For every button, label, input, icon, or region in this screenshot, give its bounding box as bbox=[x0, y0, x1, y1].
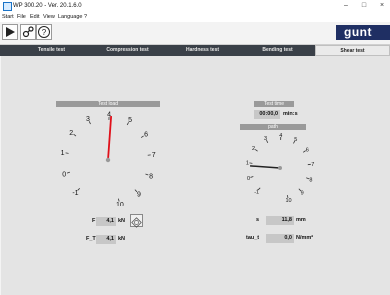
menu-start[interactable]: Start bbox=[2, 13, 14, 22]
dial-tick-label: 8 bbox=[149, 174, 153, 181]
menu-language[interactable]: Language bbox=[58, 13, 82, 22]
dial-tick-label: 0 bbox=[62, 171, 66, 178]
tare-button[interactable] bbox=[130, 214, 143, 228]
test-time-title: Test time bbox=[254, 101, 294, 107]
force-t-label: F_T bbox=[86, 236, 96, 242]
dial-tick-label: 2 bbox=[69, 130, 73, 137]
shear-stress-label: tau_t bbox=[246, 235, 260, 241]
test-time-unit: min:s bbox=[283, 111, 298, 117]
settings-button[interactable] bbox=[20, 24, 36, 40]
path-unit: mm bbox=[296, 217, 306, 223]
test-load-hub bbox=[105, 157, 111, 163]
menu-bar: Start File Edit View Language ? bbox=[0, 13, 390, 22]
dial-tick-label: 9 bbox=[137, 191, 141, 198]
force-t-value: 4,1 bbox=[96, 235, 116, 244]
menu-edit[interactable]: Edit bbox=[30, 13, 39, 22]
dial-tick-label: 5 bbox=[294, 137, 297, 143]
dial-tick-label: 10 bbox=[285, 198, 291, 202]
toolbar: ? bbox=[0, 22, 390, 45]
test-load-title: Test load bbox=[56, 101, 160, 107]
help-icon: ? bbox=[38, 26, 50, 38]
dial-tick bbox=[254, 149, 258, 152]
dial-tick bbox=[145, 173, 149, 176]
dial-tick-label: 3 bbox=[86, 116, 90, 123]
dial-tick-label: 1 bbox=[246, 160, 249, 166]
tab-compression-test[interactable]: Compression test bbox=[90, 45, 165, 56]
dial-tick-label: 10 bbox=[116, 202, 124, 206]
dial-tick-label: 7 bbox=[311, 162, 314, 168]
play-icon bbox=[6, 27, 15, 37]
svg-text:?: ? bbox=[42, 28, 47, 37]
menu-file[interactable]: File bbox=[17, 13, 26, 22]
path-label: s bbox=[256, 217, 260, 223]
tab-hardness-test[interactable]: Hardness test bbox=[165, 45, 240, 56]
force-t-unit: kN bbox=[118, 236, 126, 242]
path-gauge: -1 0 1 2 3 4 5 6 7 8 9 10 bbox=[246, 133, 314, 202]
path-hub bbox=[278, 166, 282, 170]
dial-tick-label: 4 bbox=[107, 111, 111, 118]
dial-tick-label: 1 bbox=[61, 150, 65, 157]
dial-tick-label: -1 bbox=[254, 189, 259, 195]
title-bar: WP 300.20 - Ver. 20.1.6.0 – □ × bbox=[0, 0, 390, 13]
shear-stress-unit: N/mm² bbox=[296, 235, 314, 241]
dial-tick-label: -1 bbox=[72, 190, 78, 197]
minimize-button[interactable]: – bbox=[338, 0, 354, 12]
path-needle bbox=[250, 165, 281, 169]
test-load-gauge: -1 0 1 2 3 4 5 6 7 8 9 10 bbox=[61, 111, 156, 206]
tab-tensile-test[interactable]: Tensile test bbox=[14, 45, 89, 56]
force-label: F bbox=[92, 218, 96, 224]
shear-stress-value: 0,0 bbox=[266, 234, 294, 243]
menu-help[interactable]: ? bbox=[84, 13, 87, 22]
dial-tick-label: 0 bbox=[247, 176, 250, 182]
tab-shear-test[interactable]: Shear test bbox=[315, 45, 390, 56]
dial-tick-label: 7 bbox=[152, 152, 156, 159]
close-button[interactable]: × bbox=[374, 0, 390, 12]
dial-tick-label: 8 bbox=[309, 177, 312, 183]
dial-tick-label: 4 bbox=[279, 133, 282, 139]
crosshair-icon bbox=[131, 217, 142, 228]
tab-bar: Tensile test Compression test Hardness t… bbox=[0, 45, 390, 56]
test-load-needle bbox=[107, 116, 113, 161]
dial-tick-label: 9 bbox=[301, 190, 304, 196]
force-unit: kN bbox=[118, 218, 126, 224]
maximize-button[interactable]: □ bbox=[356, 0, 372, 12]
tools-icon bbox=[22, 26, 34, 38]
dial-tick-label: 6 bbox=[306, 147, 309, 153]
window-title: WP 300.20 - Ver. 20.1.6.0 bbox=[13, 3, 82, 9]
help-button[interactable]: ? bbox=[36, 24, 52, 40]
test-time-value: 00:00,0 bbox=[254, 110, 280, 119]
dial-tick-label: 3 bbox=[264, 136, 267, 142]
dial-tick bbox=[66, 171, 71, 174]
brand-logo: gunt bbox=[336, 25, 390, 40]
dial-tick-label: 2 bbox=[252, 146, 255, 152]
play-button[interactable] bbox=[2, 24, 18, 40]
dial-tick-label: 6 bbox=[144, 132, 148, 139]
dial-tick-label: 5 bbox=[128, 117, 132, 124]
tab-bending-test[interactable]: Bending test bbox=[240, 45, 315, 56]
app-icon bbox=[3, 2, 12, 11]
menu-view[interactable]: View bbox=[43, 13, 55, 22]
dial-tick bbox=[73, 133, 77, 137]
force-value: 4,1 bbox=[96, 217, 116, 226]
path-value: 11,8 bbox=[266, 216, 294, 225]
dial-tick bbox=[250, 176, 254, 178]
